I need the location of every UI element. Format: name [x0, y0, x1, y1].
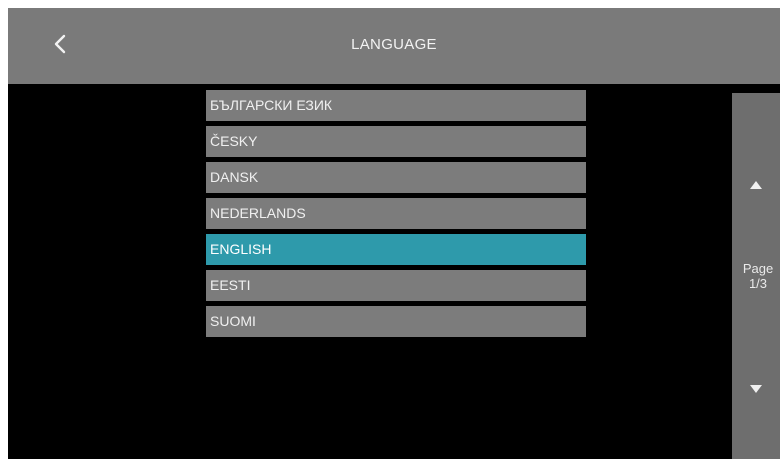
- page-number: 1/3: [748, 276, 768, 291]
- language-item-english[interactable]: ENGLISH: [206, 234, 586, 265]
- page-up-button[interactable]: [732, 165, 780, 205]
- header-bar: LANGUAGE: [8, 8, 780, 84]
- back-button[interactable]: [42, 28, 78, 64]
- language-item-czech[interactable]: ČESKY: [206, 126, 586, 157]
- language-item-estonian[interactable]: EESTI: [206, 270, 586, 301]
- page-label: Page: [742, 261, 774, 276]
- language-item-bulgarian[interactable]: БЪЛГАРСКИ ЕЗИК: [206, 90, 586, 121]
- language-list: БЪЛГАРСКИ ЕЗИК ČESKY DANSK NEDERLANDS EN…: [206, 90, 586, 342]
- page-down-button[interactable]: [732, 369, 780, 409]
- language-item-dutch[interactable]: NEDERLANDS: [206, 198, 586, 229]
- language-item-finnish[interactable]: SUOMI: [206, 306, 586, 337]
- page-title: LANGUAGE: [351, 36, 437, 53]
- triangle-up-icon: [750, 176, 762, 194]
- page-indicator: Page 1/3: [732, 261, 780, 291]
- page-navigation-panel: Page 1/3: [732, 93, 780, 459]
- triangle-down-icon: [750, 380, 762, 398]
- chevron-left-icon: [53, 33, 67, 60]
- language-item-danish[interactable]: DANSK: [206, 162, 586, 193]
- language-screen: LANGUAGE БЪЛГАРСКИ ЕЗИК ČESKY DANSK NEDE…: [8, 8, 780, 459]
